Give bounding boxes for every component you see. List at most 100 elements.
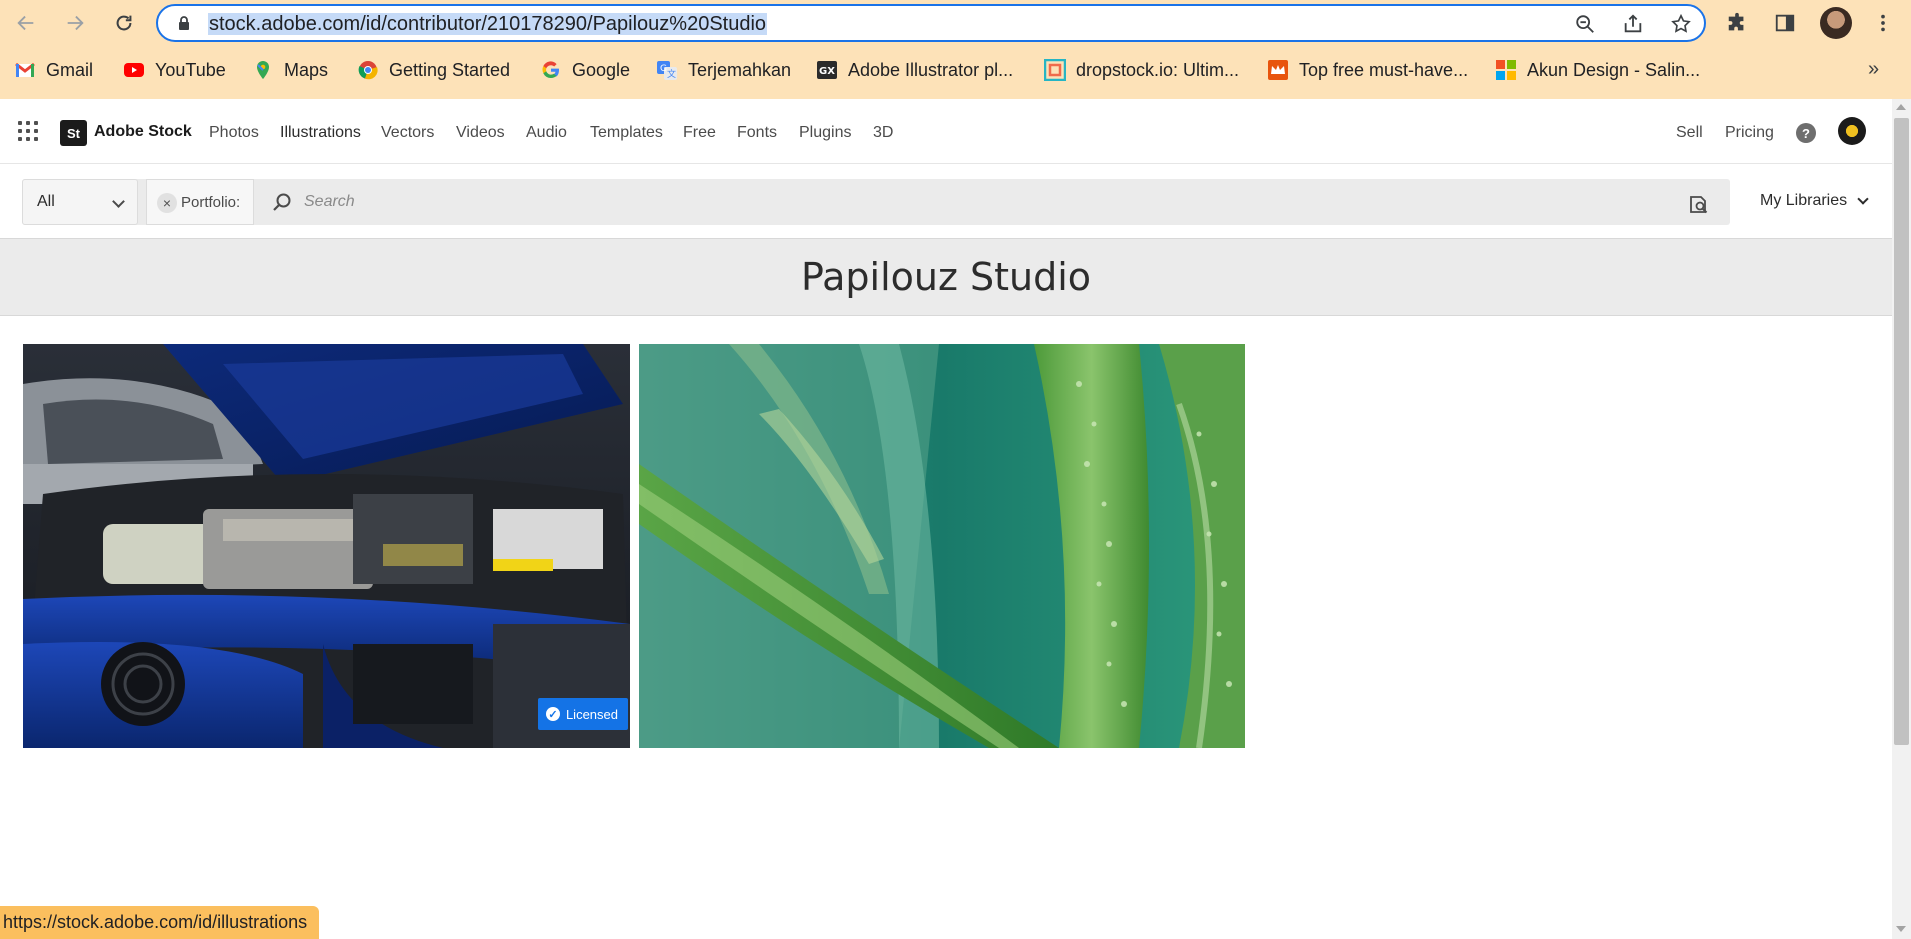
share-button[interactable] [1621, 12, 1645, 36]
zoom-button[interactable] [1573, 12, 1597, 36]
bookmark-label: Top free must-have... [1299, 59, 1469, 80]
bookmark-top-free[interactable]: Top free must-have... [1267, 58, 1468, 82]
scroll-down-arrow-icon[interactable] [1896, 926, 1906, 932]
bookmark-label: Terjemahkan [688, 59, 792, 80]
bookmarks-overflow-button[interactable]: » [1868, 58, 1879, 81]
scope-value: All [37, 193, 55, 210]
bookmark-label: Adobe Illustrator pl... [848, 59, 1014, 80]
check-circle-icon: ✓ [545, 707, 560, 721]
forward-button[interactable] [59, 7, 91, 39]
puzzle-icon [1728, 12, 1744, 31]
nav-3d[interactable]: 3D [873, 124, 893, 142]
youtube-icon [123, 59, 145, 81]
chrome-icon [357, 59, 379, 81]
link-status-bubble: https://stock.adobe.com/id/illustrations [0, 906, 320, 939]
car-engine-image [23, 344, 630, 748]
chevron-down-icon [1857, 193, 1869, 205]
scroll-up-arrow-icon[interactable] [1896, 104, 1906, 110]
extensions-button[interactable] [1722, 8, 1752, 38]
chevron-down-icon [112, 195, 125, 208]
zoom-out-icon [1576, 15, 1594, 33]
arrow-right-icon [67, 15, 84, 31]
kebab-menu-icon [1881, 14, 1885, 32]
chip-label: Portfolio: [181, 193, 241, 211]
search-icon [273, 193, 291, 211]
nav-audio[interactable]: Audio [526, 124, 567, 142]
bookmark-star-button[interactable] [1669, 12, 1693, 36]
bookmark-youtube[interactable]: YouTube [123, 58, 226, 82]
lock-icon [179, 16, 189, 30]
address-bar[interactable]: stock.adobe.com/id/contributor/210178290… [156, 4, 1706, 42]
gallery-item-car-engine[interactable]: ✓ Licensed [23, 344, 630, 748]
nav-photos[interactable]: Photos [209, 124, 259, 142]
svg-text:GX: GX [819, 66, 835, 77]
user-avatar[interactable] [1838, 117, 1866, 145]
visual-search-icon[interactable] [1688, 192, 1710, 214]
nav-templates[interactable]: Templates [590, 124, 663, 142]
translate-icon: G文 [656, 59, 678, 81]
bookmark-dropstock[interactable]: dropstock.io: Ultim... [1044, 58, 1239, 82]
illustrator-icon: GX [816, 59, 838, 81]
nav-vectors[interactable]: Vectors [381, 124, 434, 142]
licensed-label: Licensed [565, 706, 618, 722]
my-libraries-button[interactable]: My Libraries [1760, 192, 1869, 210]
bookmark-label: Akun Design - Salin... [1527, 59, 1701, 80]
search-box: All × Portfolio: [22, 179, 1730, 225]
help-icon[interactable]: ? [1796, 123, 1816, 143]
bookmark-label: Gmail [46, 59, 94, 80]
bookmark-getting-started[interactable]: Getting Started [357, 58, 510, 82]
reload-icon [116, 15, 132, 31]
scrollbar-thumb[interactable] [1894, 118, 1909, 745]
stock-header: St Adobe Stock Photos Illustrations Vect… [0, 99, 1892, 164]
share-icon [1624, 14, 1642, 33]
address-row: stock.adobe.com/id/contributor/210178290… [0, 0, 1911, 46]
dropstock-icon [1044, 59, 1066, 81]
gallery-item-aloe-vera[interactable] [639, 344, 1245, 748]
reload-button[interactable] [108, 7, 140, 39]
profile-avatar[interactable] [1820, 7, 1852, 39]
portfolio-filter-chip: × Portfolio: [146, 179, 254, 225]
google-icon [540, 59, 562, 81]
scope-dropdown[interactable]: All [22, 179, 138, 225]
portfolio-title-band: Papilouz Studio [0, 238, 1892, 316]
bookmark-illustrator[interactable]: GX Adobe Illustrator pl... [816, 58, 1013, 82]
aloe-vera-image [639, 344, 1245, 748]
bookmark-gmail[interactable]: Gmail [14, 58, 93, 82]
nav-videos[interactable]: Videos [456, 124, 505, 142]
licensed-badge: ✓ Licensed [537, 698, 628, 730]
bookmark-label: dropstock.io: Ultim... [1076, 59, 1240, 80]
browser-toolbar: stock.adobe.com/id/contributor/210178290… [0, 0, 1911, 99]
svg-text:文: 文 [667, 68, 676, 80]
close-icon[interactable]: × [157, 193, 177, 213]
star-icon [1671, 13, 1691, 33]
back-button[interactable] [10, 7, 42, 39]
nav-illustrations[interactable]: Illustrations [280, 124, 361, 142]
brand-name[interactable]: Adobe Stock [94, 123, 192, 141]
search-input[interactable] [304, 189, 1604, 215]
side-panel-icon [1775, 14, 1795, 32]
my-libraries-label: My Libraries [1760, 192, 1848, 209]
bookmark-google[interactable]: Google [540, 58, 630, 82]
adobe-stock-logo[interactable]: St [60, 120, 87, 146]
crown-icon [1267, 59, 1289, 81]
search-bar-area: All × Portfolio: My Libraries [0, 164, 1892, 238]
apps-grid-icon[interactable] [18, 121, 38, 141]
nav-fonts[interactable]: Fonts [737, 124, 777, 142]
svg-text:G: G [660, 64, 667, 74]
nav-plugins[interactable]: Plugins [799, 124, 851, 142]
microsoft-icon [1495, 59, 1517, 81]
bookmark-terjemahkan[interactable]: G文 Terjemahkan [656, 58, 791, 82]
bookmarks-bar: Gmail YouTube Maps Getting Started Googl… [0, 50, 1911, 90]
pricing-link[interactable]: Pricing [1725, 124, 1774, 142]
sell-link[interactable]: Sell [1676, 124, 1703, 142]
page-title: Papilouz Studio [800, 255, 1092, 299]
nav-free[interactable]: Free [683, 124, 716, 142]
maps-icon [252, 59, 274, 81]
url-text[interactable]: stock.adobe.com/id/contributor/210178290… [208, 13, 768, 35]
side-panel-button[interactable] [1770, 8, 1800, 38]
bookmark-akun-design[interactable]: Akun Design - Salin... [1495, 58, 1700, 82]
bookmark-label: YouTube [155, 59, 226, 80]
bookmark-maps[interactable]: Maps [252, 58, 328, 82]
browser-menu-button[interactable] [1868, 8, 1898, 38]
bookmark-label: Maps [284, 59, 329, 80]
